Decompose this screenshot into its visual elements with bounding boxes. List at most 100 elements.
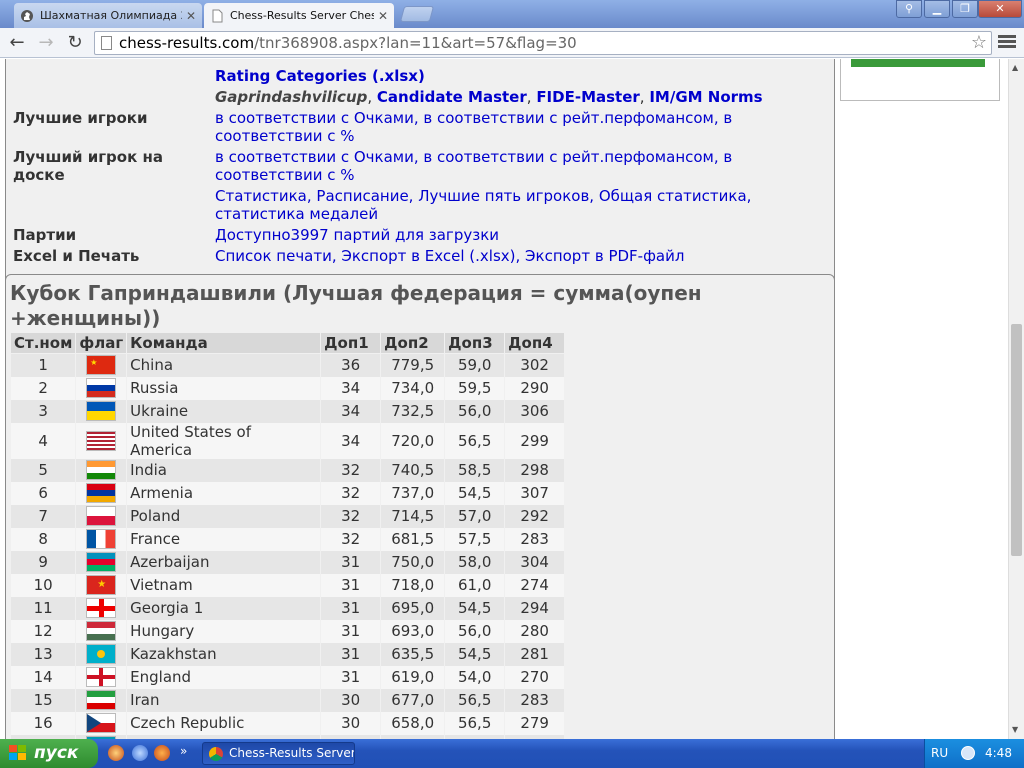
cell-team[interactable]: Czech Republic — [126, 711, 322, 735]
tab-olympiad[interactable]: Шахматная Олимпиада 20 ✕ — [14, 3, 202, 28]
link-im-gm-norms[interactable]: IM/GM Norms — [649, 88, 762, 106]
cell-tb3: 56,0 — [444, 619, 506, 643]
menu-icon[interactable] — [998, 33, 1016, 53]
sidebar-green-bar[interactable] — [851, 59, 985, 67]
cell-team[interactable]: Hungary — [126, 619, 322, 643]
system-tray: RU 4:48 — [924, 739, 1024, 768]
cell-tb3: 57,5 — [444, 527, 506, 551]
cell-flag — [75, 642, 128, 666]
cell-flag — [75, 596, 128, 620]
quicklaunch-firefox-icon[interactable] — [154, 745, 170, 761]
chevron-right-icon[interactable]: » — [180, 744, 187, 758]
cell-tb4: 283 — [504, 688, 566, 712]
cell-tb3: 58,5 — [444, 458, 506, 482]
scroll-down-icon[interactable]: ▼ — [1012, 725, 1018, 734]
page-viewport: Rating Categories (.xlsx) Gaprindashvili… — [0, 59, 1008, 739]
cell-team[interactable]: Armenia — [126, 481, 322, 505]
gaprindashvilicup-label: Gaprindashvilicup — [215, 88, 368, 106]
link-candidate-master[interactable]: Candidate Master — [377, 88, 527, 106]
cell-tb1: 32 — [320, 458, 382, 482]
cell-rank: 11 — [9, 596, 77, 620]
cell-tb4: 281 — [504, 642, 566, 666]
cell-team[interactable]: Iran — [126, 688, 322, 712]
cell-tb4: 302 — [504, 353, 566, 377]
cell-tb2: 720,0 — [380, 422, 446, 459]
table-row: 11 Georgia 1 31 695,0 54,5 294 — [9, 596, 566, 620]
cell-flag — [75, 481, 128, 505]
address-bar[interactable]: chess-results.com/tnr368908.aspx?lan=11&… — [94, 31, 992, 55]
quicklaunch-ie-icon[interactable] — [132, 745, 148, 761]
tray-network-icon[interactable] — [961, 746, 975, 760]
cell-tb4: 280 — [504, 619, 566, 643]
cell-team[interactable]: Poland — [126, 504, 322, 528]
cell-tb2: 734,0 — [380, 376, 446, 400]
cell-flag — [75, 665, 128, 689]
back-arrow-icon[interactable]: ← — [6, 32, 28, 54]
cell-tb4: 292 — [504, 504, 566, 528]
chrome-icon — [209, 747, 223, 761]
scroll-thumb[interactable] — [1011, 324, 1022, 556]
kazakhstan-flag-icon — [86, 644, 117, 664]
close-icon[interactable]: ✕ — [186, 9, 196, 23]
link-best-players[interactable]: в соответствии с Очками, в соответствии … — [215, 109, 830, 145]
reload-icon[interactable]: ↻ — [64, 32, 86, 54]
new-tab-button[interactable] — [399, 6, 435, 22]
cell-team[interactable]: India — [126, 458, 322, 482]
cell-team[interactable]: United States of America — [126, 422, 322, 459]
cell-team[interactable]: Georgia 1 — [126, 596, 322, 620]
link-best-board[interactable]: в соответствии с Очками, в соответствии … — [215, 148, 830, 184]
usa-flag-icon — [86, 430, 117, 451]
cell-team[interactable]: Vietnam — [126, 573, 322, 597]
cell-tb4: 306 — [504, 399, 566, 423]
cell-tb1: 34 — [320, 399, 382, 423]
cell-team[interactable]: Azerbaijan — [126, 550, 322, 574]
poland-flag-icon — [86, 506, 117, 526]
page-icon — [212, 9, 223, 22]
forward-arrow-icon[interactable]: → — [35, 32, 57, 54]
cell-team[interactable]: China — [126, 353, 322, 377]
cell-tb2: 658,0 — [380, 711, 446, 735]
link-statistics[interactable]: Статистика, Расписание, Лучшие пять игро… — [215, 187, 830, 223]
cell-tb2: 695,0 — [380, 596, 446, 620]
cell-tb2: 693,0 — [380, 619, 446, 643]
language-indicator[interactable]: RU — [931, 739, 948, 768]
link-fide-master[interactable]: FIDE-Master — [536, 88, 639, 106]
cell-rank: 4 — [9, 422, 77, 459]
tab-chess-results[interactable]: Chess-Results Server Chess ✕ — [204, 3, 394, 28]
cell-tb3: 61,0 — [444, 573, 506, 597]
china-flag-icon: ★ — [86, 355, 117, 376]
scroll-up-icon[interactable]: ▲ — [1012, 63, 1018, 72]
bookmark-star-icon[interactable]: ☆ — [971, 32, 987, 54]
india-flag-icon — [86, 460, 117, 480]
col-header-rank: Ст.ном — [9, 332, 77, 354]
cell-tb2: 740,5 — [380, 458, 446, 482]
vertical-scrollbar[interactable]: ▲ ▼ — [1008, 59, 1024, 739]
close-icon[interactable]: ✕ — [378, 9, 388, 23]
info-label: Excel и Печать — [13, 247, 140, 265]
cell-team[interactable]: Ukraine — [126, 399, 322, 423]
cell-team[interactable]: England — [126, 665, 322, 689]
cell-tb2: 714,5 — [380, 504, 446, 528]
link-export[interactable]: Список печати, Экспорт в Excel (.xlsx), … — [215, 247, 830, 265]
cell-team[interactable]: Russia — [126, 376, 322, 400]
minimize-button[interactable]: ▁ — [924, 0, 950, 18]
cell-tb3: 56,5 — [444, 688, 506, 712]
cell-tb3: 56,5 — [444, 711, 506, 735]
cell-team[interactable]: Kazakhstan — [126, 642, 322, 666]
quicklaunch-browser-icon[interactable] — [108, 745, 124, 761]
link-games-download[interactable]: Доступно3997 партий для загрузки — [215, 226, 830, 244]
cell-rank: 1 — [9, 353, 77, 377]
restore-button[interactable]: ❐ — [952, 0, 978, 18]
cell-team[interactable]: France — [126, 527, 322, 551]
user-icon[interactable]: ⚲ — [896, 0, 922, 18]
browser-toolbar: ← → ↻ chess-results.com/tnr368908.aspx?l… — [0, 28, 1024, 58]
cell-tb4: 283 — [504, 527, 566, 551]
cell-rank: 13 — [9, 642, 77, 666]
table-row: 1 ★ China 36 779,5 59,0 302 — [9, 353, 566, 377]
link-rating-categories[interactable]: Rating Categories (.xlsx) — [215, 67, 425, 85]
start-button[interactable]: пуск — [0, 739, 98, 768]
close-window-button[interactable]: ✕ — [978, 0, 1022, 18]
russia-flag-icon — [86, 378, 117, 398]
taskbar-item-chrome[interactable]: Chess-Results Server... — [202, 742, 355, 765]
cell-flag — [75, 688, 128, 712]
